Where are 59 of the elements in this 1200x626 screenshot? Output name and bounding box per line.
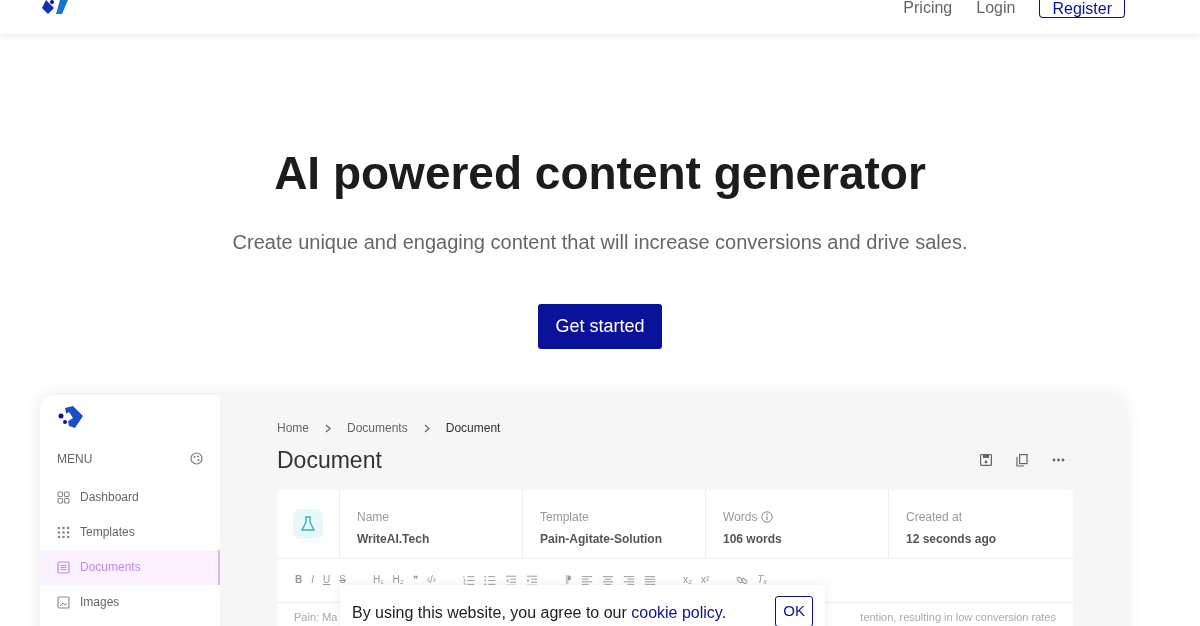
dots-grid-icon <box>57 525 70 539</box>
format-button[interactable]: S <box>339 575 346 586</box>
breadcrumb-link[interactable]: Documents <box>347 419 408 438</box>
format-button[interactable]: I <box>311 575 314 586</box>
get-started-button[interactable]: Get started <box>538 304 662 350</box>
field-value: Pain-Agitate-Solution <box>540 530 663 548</box>
editor-text: Pain: Ma <box>294 609 338 625</box>
chevron-icon <box>325 423 331 433</box>
format-button[interactable]: ‹/› <box>426 575 437 586</box>
breadcrumb-link[interactable]: Home <box>277 419 309 438</box>
breadcrumb-current: Document <box>445 420 501 438</box>
sidebar-item[interactable]: Documents <box>40 549 220 585</box>
sidebar-item[interactable]: Templates <box>40 514 220 550</box>
nav-link[interactable]: Pricing <box>903 0 953 16</box>
copy-icon[interactable] <box>1016 453 1028 467</box>
field-label: Created at <box>906 508 963 526</box>
ordered-list-icon[interactable] <box>463 573 476 587</box>
bullet-list-icon[interactable] <box>484 573 497 587</box>
field-value: 12 seconds ago <box>906 530 998 548</box>
format-button[interactable]: ❞ <box>412 575 418 586</box>
cookie-policy-link[interactable]: cookie policy <box>631 604 722 621</box>
align-left-icon[interactable] <box>581 573 594 587</box>
sidebar-item[interactable]: Images <box>40 584 220 620</box>
document-icon <box>57 560 70 574</box>
format-button[interactable]: ⁋ <box>565 575 573 586</box>
field-label: Template <box>540 508 589 526</box>
format-button[interactable]: x² <box>701 575 710 586</box>
cookie-message: By using this website, you agree to our cookie policy. <box>352 603 727 623</box>
field-label: Words <box>723 508 758 526</box>
more-icon[interactable] <box>1052 458 1065 463</box>
format-button[interactable]: H₂ <box>392 575 404 586</box>
field-value: 106 words <box>723 530 783 548</box>
chevron-icon <box>423 423 430 433</box>
sidebar-item[interactable]: Dashboard <box>40 479 220 515</box>
logo-icon <box>57 405 85 430</box>
flask-icon <box>293 508 323 539</box>
format-button[interactable]: Tₓ <box>757 575 768 586</box>
nav-link[interactable]: Login <box>976 0 1016 16</box>
grid-icon <box>57 490 70 504</box>
align-right-icon[interactable] <box>623 573 636 587</box>
hero-subtitle: Create unique and engaging content that will increase conversions and drive sales. <box>232 230 968 256</box>
info-icon[interactable] <box>761 510 774 523</box>
format-button[interactable]: U <box>323 575 331 586</box>
page-title: Document <box>277 446 382 476</box>
align-justify-icon[interactable] <box>644 573 657 587</box>
hero-title: AI powered content generator <box>274 146 926 201</box>
format-button[interactable]: H₁ <box>372 575 384 586</box>
save-icon[interactable] <box>980 454 992 467</box>
field-value: WriteAI.Tech <box>357 530 431 548</box>
format-button[interactable]: B <box>295 575 303 586</box>
register-button[interactable]: Register <box>1039 0 1125 18</box>
format-button[interactable]: x₂ <box>683 575 692 586</box>
image-icon <box>57 595 70 609</box>
menu-label: MENU <box>57 450 93 468</box>
palette-icon[interactable] <box>190 452 203 466</box>
field-label: Name <box>357 508 389 526</box>
editor-text: tention, resulting in low conversion rates <box>860 609 1056 625</box>
ok-button[interactable]: OK <box>775 596 813 626</box>
align-center-icon[interactable] <box>602 573 615 587</box>
